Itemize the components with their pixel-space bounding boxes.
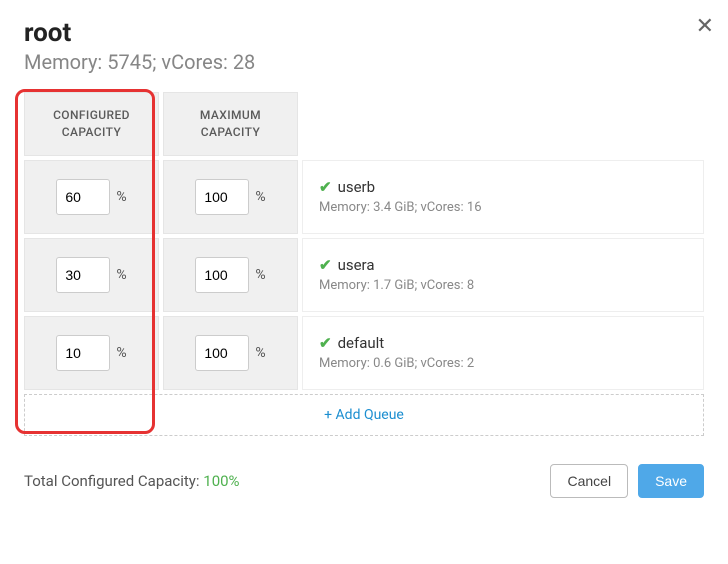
queue-config-modal: ✕ root Memory: 5745; vCores: 28 CONFIGUR…: [0, 0, 728, 516]
maximum-cell: %: [163, 316, 298, 390]
percent-label: %: [255, 345, 265, 361]
add-queue-button[interactable]: + Add Queue: [24, 394, 704, 436]
queue-detail: Memory: 0.6 GiB; vCores: 2: [319, 356, 687, 371]
resource-summary: Memory: 5745; vCores: 28: [24, 50, 704, 74]
queue-detail: Memory: 3.4 GiB; vCores: 16: [319, 200, 687, 215]
queue-name: default: [338, 334, 385, 352]
check-icon: ✔: [319, 334, 332, 352]
queue-info: ✔ userb Memory: 3.4 GiB; vCores: 16: [302, 160, 704, 234]
footer: Total Configured Capacity: 100% Cancel S…: [24, 464, 704, 498]
configured-input[interactable]: [56, 257, 110, 293]
cancel-button[interactable]: Cancel: [550, 464, 628, 498]
maximum-cell: %: [163, 160, 298, 234]
percent-label: %: [116, 267, 126, 283]
save-button[interactable]: Save: [638, 464, 704, 498]
queue-detail: Memory: 1.7 GiB; vCores: 8: [319, 278, 687, 293]
total-label: Total Configured Capacity:: [24, 472, 203, 490]
capacity-grid: CONFIGURED CAPACITY MAXIMUM CAPACITY % %…: [24, 92, 704, 436]
configured-input[interactable]: [56, 335, 110, 371]
close-icon[interactable]: ✕: [696, 14, 714, 39]
col-header-configured: CONFIGURED CAPACITY: [24, 92, 159, 156]
configured-cell: %: [24, 160, 159, 234]
percent-label: %: [255, 189, 265, 205]
configured-input[interactable]: [56, 179, 110, 215]
maximum-input[interactable]: [195, 335, 249, 371]
maximum-input[interactable]: [195, 179, 249, 215]
queue-info: ✔ default Memory: 0.6 GiB; vCores: 2: [302, 316, 704, 390]
col-header-maximum: MAXIMUM CAPACITY: [163, 92, 298, 156]
percent-label: %: [255, 267, 265, 283]
queue-info: ✔ usera Memory: 1.7 GiB; vCores: 8: [302, 238, 704, 312]
queue-name: usera: [338, 256, 375, 274]
queue-name: userb: [338, 178, 375, 196]
configured-cell: %: [24, 238, 159, 312]
maximum-input[interactable]: [195, 257, 249, 293]
percent-label: %: [116, 189, 126, 205]
configured-cell: %: [24, 316, 159, 390]
maximum-cell: %: [163, 238, 298, 312]
check-icon: ✔: [319, 256, 332, 274]
total-value: 100%: [203, 472, 239, 490]
percent-label: %: [116, 345, 126, 361]
col-header-spacer: [302, 92, 704, 156]
check-icon: ✔: [319, 178, 332, 196]
page-title: root: [24, 18, 704, 48]
